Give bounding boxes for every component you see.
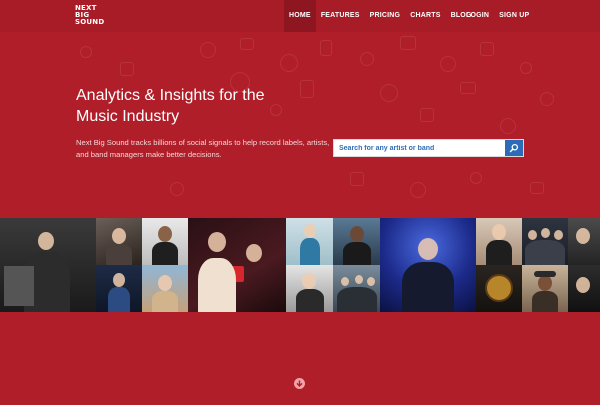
music-doodle-icon <box>170 182 184 196</box>
artist-photo[interactable] <box>333 218 380 265</box>
music-doodle-icon <box>500 118 516 134</box>
nav-charts[interactable]: CHARTS <box>405 0 445 32</box>
music-doodle-icon <box>540 92 554 106</box>
artist-photo[interactable] <box>286 218 333 265</box>
artist-photo[interactable] <box>380 218 476 312</box>
music-doodle-icon <box>240 38 254 50</box>
music-doodle-icon <box>420 108 434 122</box>
music-doodle-icon <box>400 36 416 50</box>
music-doodle-icon <box>520 62 532 74</box>
music-doodle-icon <box>200 42 216 58</box>
logo-line: SOUND <box>75 18 105 26</box>
search-icon <box>509 143 519 153</box>
arrow-down-circle-icon <box>296 380 303 387</box>
hero-headline: Analytics & Insights for the Music Indus… <box>76 87 265 125</box>
artist-photo[interactable] <box>142 265 188 312</box>
music-doodle-icon <box>320 40 332 56</box>
artist-photo[interactable] <box>476 265 522 312</box>
artist-photo[interactable] <box>522 265 568 312</box>
nav-features[interactable]: FEATURES <box>316 0 365 32</box>
main-nav: HOME FEATURES PRICING CHARTS BLOG <box>284 0 477 32</box>
music-doodle-icon <box>410 182 426 198</box>
music-doodle-icon <box>360 52 374 66</box>
logo[interactable]: NEXT BIG SOUND <box>75 5 105 26</box>
music-doodle-icon <box>300 80 314 98</box>
music-doodle-icon <box>380 84 398 102</box>
nav-home[interactable]: HOME <box>284 0 316 32</box>
nav-pricing[interactable]: PRICING <box>365 0 406 32</box>
artist-photo[interactable] <box>96 218 142 265</box>
artist-photo[interactable] <box>142 218 188 265</box>
music-doodle-icon <box>530 182 544 194</box>
artist-photo[interactable] <box>568 218 600 265</box>
artist-photo[interactable] <box>96 265 142 312</box>
scroll-down-button[interactable] <box>294 378 305 389</box>
music-doodle-icon <box>440 56 456 72</box>
music-doodle-icon <box>280 54 298 72</box>
account-nav: LOGIN SIGN UP <box>461 0 534 32</box>
artist-photo[interactable] <box>286 265 333 312</box>
artist-search <box>333 139 524 157</box>
artist-photo[interactable] <box>522 218 568 265</box>
music-doodle-icon <box>350 172 364 186</box>
artist-photo[interactable] <box>476 218 522 265</box>
search-button[interactable] <box>505 140 523 156</box>
hero-subtext: Next Big Sound tracks billions of social… <box>76 138 330 159</box>
music-doodle-icon <box>120 62 134 76</box>
site-header: NEXT BIG SOUND HOME FEATURES PRICING CHA… <box>0 0 600 32</box>
nav-signup[interactable]: SIGN UP <box>494 0 534 32</box>
artist-photo[interactable] <box>333 265 380 312</box>
nav-login[interactable]: LOGIN <box>461 0 494 32</box>
music-doodle-icon <box>480 42 494 56</box>
artist-photo[interactable] <box>568 265 600 312</box>
music-doodle-icon <box>460 82 476 94</box>
artist-photo[interactable] <box>0 218 96 312</box>
music-doodle-icon <box>470 172 482 184</box>
music-doodle-icon <box>80 46 92 58</box>
artist-photo-strip <box>0 218 600 312</box>
search-input[interactable] <box>334 140 506 156</box>
artist-photo[interactable] <box>188 218 286 312</box>
